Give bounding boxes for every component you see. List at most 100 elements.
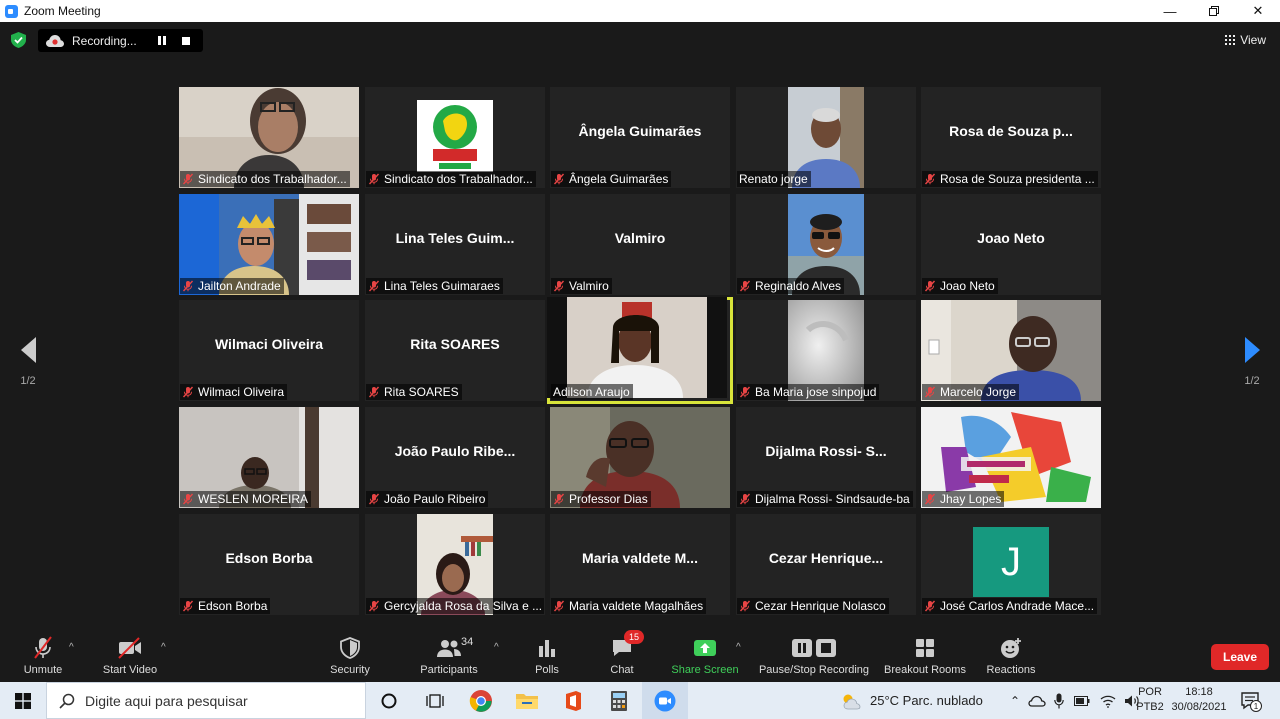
weather-text[interactable]: 25°C Parc. nublado bbox=[870, 693, 1004, 708]
cortana-button[interactable] bbox=[366, 682, 412, 719]
avatar-letter: J bbox=[973, 527, 1049, 597]
mic-muted-icon bbox=[739, 280, 751, 292]
meeting-toolbar: Unmute ^ Start Video ^ Security 34 Parti… bbox=[0, 628, 1280, 682]
participant-tile[interactable]: J José Carlos Andrade Mace... bbox=[921, 514, 1101, 615]
share-screen-icon bbox=[694, 640, 716, 656]
participant-tile[interactable]: Valmiro Valmiro bbox=[550, 194, 730, 295]
participant-tile[interactable]: Dijalma Rossi- S... Dijalma Rossi- Sindsa… bbox=[736, 407, 916, 508]
share-options-chevron-icon[interactable]: ^ bbox=[736, 642, 741, 653]
battery-icon[interactable] bbox=[1074, 695, 1090, 706]
participant-name: José Carlos Andrade Mace... bbox=[940, 599, 1095, 613]
recording-status: Recording... bbox=[72, 33, 137, 48]
close-icon[interactable]: ✕ bbox=[1236, 0, 1280, 22]
pause-recording-icon[interactable] bbox=[158, 36, 166, 45]
participant-name: Joao Neto bbox=[940, 279, 995, 293]
participant-name: Ângela Guimarães bbox=[569, 172, 669, 186]
participant-tile[interactable]: Rosa de Souza p... Rosa de Souza presiden… bbox=[921, 87, 1101, 188]
windows-logo-icon bbox=[15, 692, 31, 709]
breakout-rooms-button[interactable]: Breakout Rooms bbox=[880, 636, 970, 676]
audio-options-chevron-icon[interactable]: ^ bbox=[69, 642, 74, 653]
participant-name: Edson Borba bbox=[198, 599, 268, 613]
participant-tile[interactable]: Cezar Henrique... Cezar Henrique Nolasco bbox=[736, 514, 916, 615]
participant-tile[interactable]: Ângela Guimarães Ângela Guimarães bbox=[550, 87, 730, 188]
participants-label: Participants bbox=[420, 664, 478, 676]
taskbar-zoom[interactable] bbox=[642, 682, 688, 719]
participant-tile[interactable]: Marcelo Jorge bbox=[921, 300, 1101, 401]
chat-button[interactable]: 15 Chat bbox=[604, 630, 644, 676]
participant-tile[interactable]: Maria valdete M... Maria valdete Magalhãe… bbox=[550, 514, 730, 615]
participant-tile[interactable]: Ba Maria jose sinpojud bbox=[736, 300, 916, 401]
view-button[interactable]: View bbox=[1225, 33, 1266, 47]
participant-tile[interactable]: WESLEN MOREIRA bbox=[179, 407, 359, 508]
arrow-right-icon bbox=[1244, 337, 1260, 363]
video-options-chevron-icon[interactable]: ^ bbox=[161, 642, 166, 653]
participant-tile[interactable]: Edson Borba Edson Borba bbox=[179, 514, 359, 615]
pause-stop-recording-button[interactable]: Pause/Stop Recording bbox=[756, 636, 872, 676]
participant-tile[interactable]: Jhay Lopes bbox=[921, 407, 1101, 508]
participant-tile[interactable]: Reginaldo Alves bbox=[736, 194, 916, 295]
breakout-rooms-icon bbox=[916, 639, 934, 657]
leave-button[interactable]: Leave bbox=[1211, 644, 1269, 670]
participants-count: 34 bbox=[461, 636, 474, 648]
wifi-icon[interactable] bbox=[1100, 694, 1116, 708]
participant-tile[interactable]: Lina Teles Guim... Lina Teles Guimaraes bbox=[365, 194, 545, 295]
participant-tile[interactable]: Adilson Araujo bbox=[547, 297, 733, 404]
grid-view-icon bbox=[1225, 35, 1236, 45]
onedrive-cloud-icon[interactable] bbox=[1028, 695, 1046, 707]
mic-muted-icon bbox=[553, 280, 565, 292]
participant-tile[interactable]: Sindicato dos Trabalhador... bbox=[179, 87, 359, 188]
notifications-button[interactable]: 1 bbox=[1240, 690, 1262, 717]
participants-button[interactable]: 34 Participants bbox=[418, 636, 480, 676]
participant-tile[interactable]: Rita SOARES Rita SOARES bbox=[365, 300, 545, 401]
start-video-button[interactable]: Start Video bbox=[98, 636, 162, 676]
input-language[interactable]: POR PTB2 bbox=[1136, 685, 1164, 715]
participant-tile[interactable]: Joao Neto Joao Neto bbox=[921, 194, 1101, 295]
participant-name: Dijalma Rossi- Sindsaude-ba bbox=[755, 492, 910, 506]
taskbar-office[interactable] bbox=[550, 682, 596, 719]
participant-tile[interactable]: Wilmaci Oliveira Wilmaci Oliveira bbox=[179, 300, 359, 401]
mic-muted-icon bbox=[553, 493, 565, 505]
arrow-left-icon bbox=[20, 337, 36, 363]
weather-partly-cloudy-icon bbox=[843, 694, 861, 709]
participant-tile[interactable]: Renato jorge bbox=[736, 87, 916, 188]
mic-muted-icon bbox=[924, 600, 936, 612]
reactions-button[interactable]: Reactions bbox=[984, 636, 1038, 676]
participant-tile[interactable]: Gercyjalda Rosa da Silva e ... bbox=[365, 514, 545, 615]
security-button[interactable]: Security bbox=[326, 636, 374, 676]
participant-tile[interactable]: Sindicato dos Trabalhador... bbox=[365, 87, 545, 188]
participants-options-chevron-icon[interactable]: ^ bbox=[494, 642, 499, 653]
next-page-button[interactable]: 1/2 bbox=[1232, 337, 1272, 387]
participant-name: Sindicato dos Trabalhador... bbox=[198, 172, 347, 186]
windows-start-button[interactable] bbox=[0, 682, 46, 719]
participant-tile[interactable]: João Paulo Ribe... João Paulo Ribeiro bbox=[365, 407, 545, 508]
participant-name: Maria valdete Magalhães bbox=[569, 599, 704, 613]
taskbar-file-explorer[interactable] bbox=[504, 682, 550, 719]
participant-name-label: Gercyjalda Rosa da Silva e ... bbox=[366, 598, 544, 614]
participant-tile[interactable]: Professor Dias bbox=[550, 407, 730, 508]
tray-expand-chevron-icon[interactable]: ⌃ bbox=[1010, 694, 1020, 708]
task-view-button[interactable] bbox=[412, 682, 458, 719]
participant-name-label: Joao Neto bbox=[922, 278, 998, 294]
microphone-tray-icon[interactable] bbox=[1054, 693, 1064, 709]
stop-recording-icon[interactable] bbox=[182, 36, 190, 45]
previous-page-button[interactable]: 1/2 bbox=[8, 337, 48, 387]
participant-tile[interactable]: Jailton Andrade bbox=[179, 194, 359, 295]
mic-muted-icon bbox=[924, 280, 936, 292]
polls-button[interactable]: Polls bbox=[528, 636, 566, 676]
participant-display-name: Wilmaci Oliveira bbox=[214, 336, 324, 352]
restore-icon[interactable] bbox=[1192, 0, 1236, 22]
minimize-icon[interactable]: — bbox=[1148, 0, 1192, 22]
taskbar-search-input[interactable]: Digite aqui para pesquisar bbox=[46, 682, 366, 719]
page-indicator-right: 1/2 bbox=[1244, 375, 1260, 387]
taskbar-clock[interactable]: 18:18 30/08/2021 bbox=[1168, 685, 1230, 715]
unmute-button[interactable]: Unmute bbox=[18, 636, 68, 676]
participants-icon bbox=[437, 640, 461, 657]
taskbar-calculator[interactable] bbox=[596, 682, 642, 719]
taskbar-chrome[interactable] bbox=[458, 682, 504, 719]
keyboard-layout: PTB2 bbox=[1136, 701, 1164, 713]
participant-name-label: Jailton Andrade bbox=[180, 278, 284, 294]
participant-display-name: Cezar Henrique... bbox=[768, 550, 884, 566]
task-view-icon bbox=[426, 693, 444, 708]
share-screen-button[interactable]: Share Screen bbox=[670, 636, 740, 676]
encryption-shield-icon[interactable] bbox=[11, 32, 26, 48]
